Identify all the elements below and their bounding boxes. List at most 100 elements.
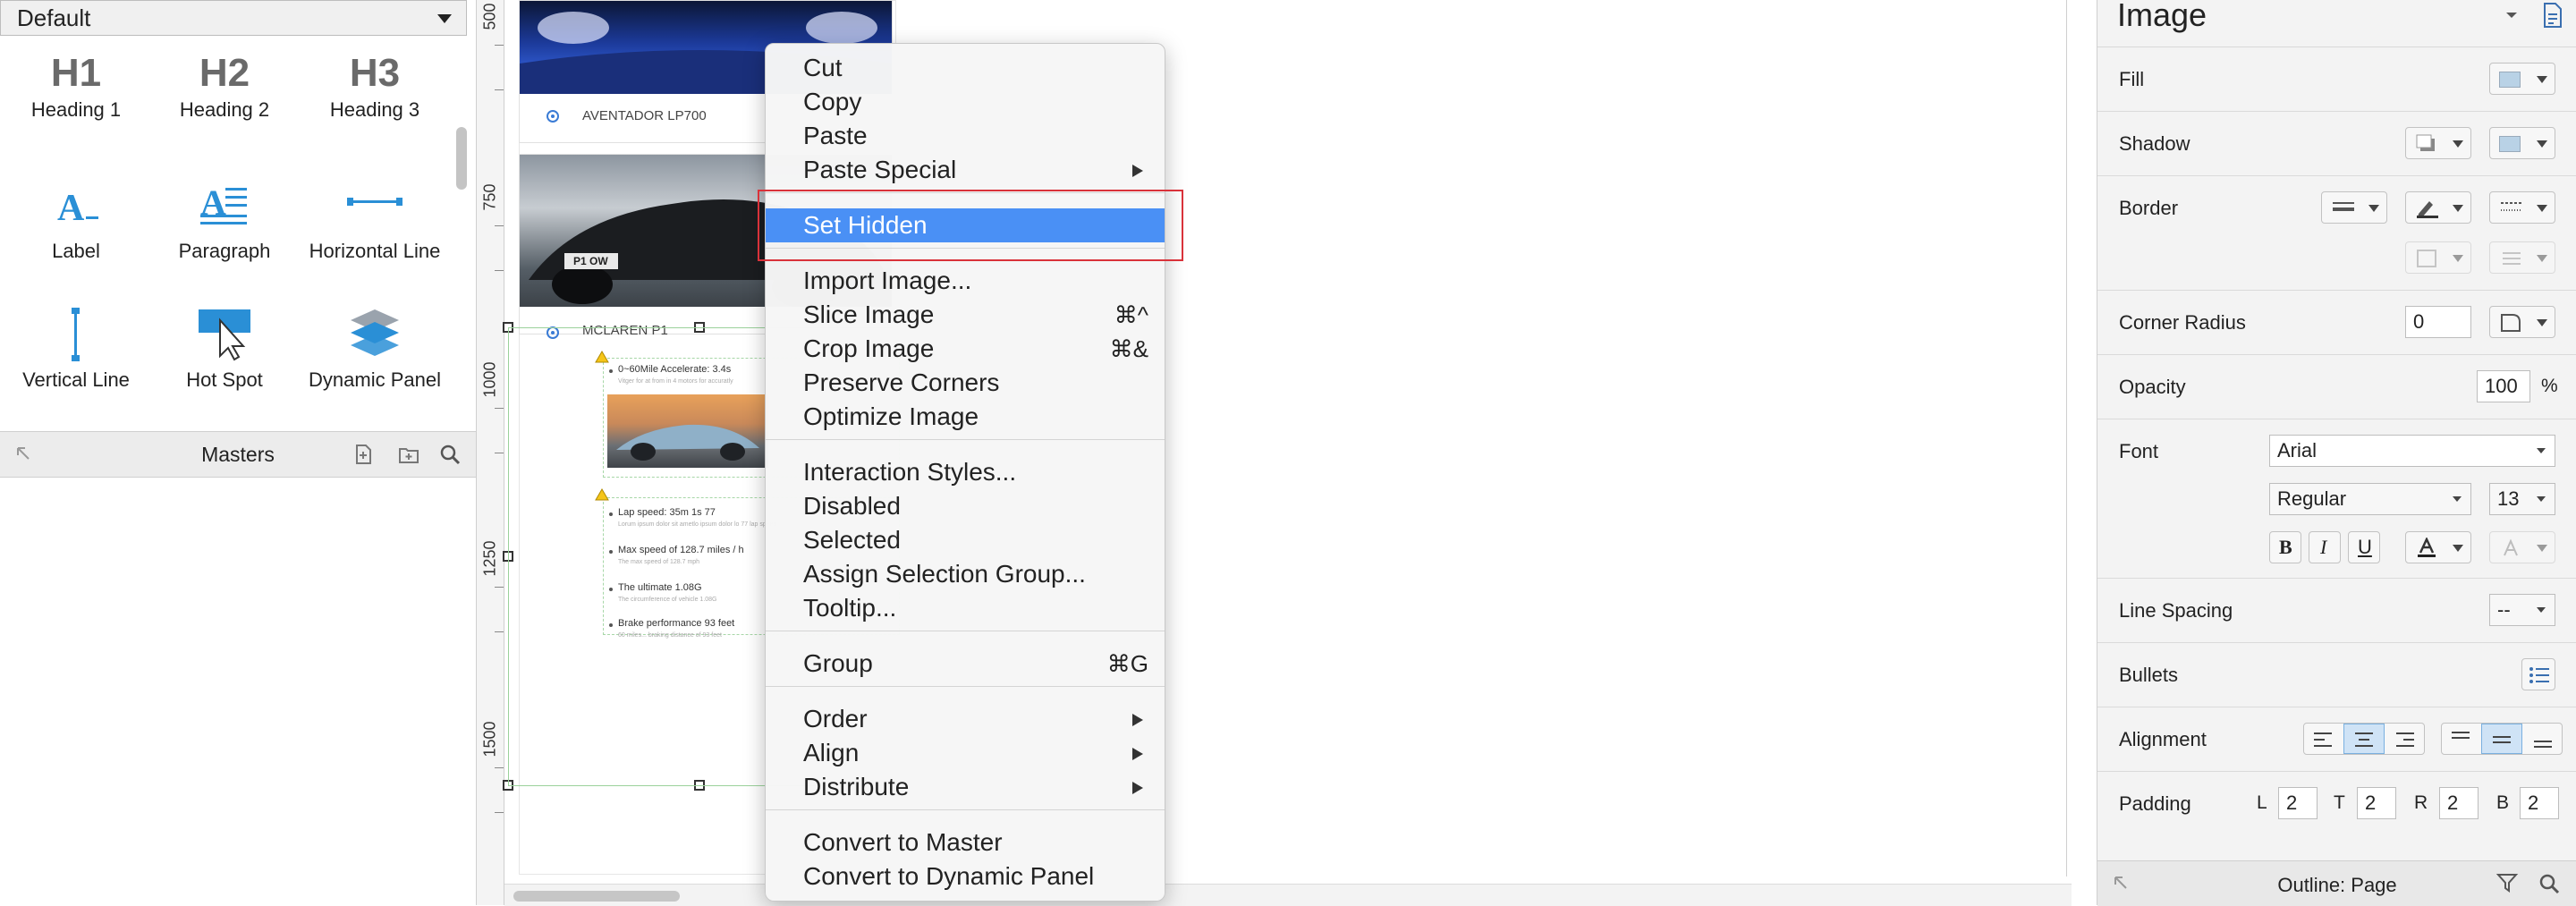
radio-button[interactable] bbox=[547, 110, 559, 123]
italic-button[interactable]: I bbox=[2309, 531, 2341, 563]
corner-radius-input[interactable]: 0 bbox=[2405, 306, 2471, 338]
outline-header: Outline: Page bbox=[2097, 860, 2576, 906]
padding-row: Padding L 2 T 2 R 2 B 2 bbox=[2097, 771, 2576, 851]
align-center-button[interactable] bbox=[2343, 724, 2385, 754]
alignment-row: Alignment bbox=[2097, 707, 2576, 772]
align-bottom-icon[interactable] bbox=[2531, 729, 2555, 750]
outer-shadow-picker[interactable] bbox=[2405, 127, 2471, 159]
menu-item-disabled[interactable]: Disabled bbox=[766, 489, 1165, 523]
padding-label: Padding bbox=[2119, 792, 2191, 815]
menu-item-import-image[interactable]: Import Image... bbox=[766, 264, 1165, 298]
submenu-arrow-icon bbox=[1132, 748, 1143, 760]
menu-item-cut[interactable]: Cut bbox=[766, 51, 1165, 85]
search-icon[interactable] bbox=[2538, 872, 2561, 895]
shadow-label: Shadow bbox=[2119, 132, 2190, 155]
menu-item-copy[interactable]: Copy bbox=[766, 85, 1165, 119]
menu-item-selected[interactable]: Selected bbox=[766, 523, 1165, 557]
padding-top-input[interactable]: 2 bbox=[2357, 787, 2396, 819]
widget-horizontal-line[interactable]: Horizontal Line bbox=[299, 175, 451, 263]
font-label: Font bbox=[2119, 440, 2159, 462]
border-pattern-picker[interactable] bbox=[2489, 191, 2555, 224]
underline-icon: U bbox=[2358, 536, 2372, 558]
feature-title: 0~60Mile Accelerate: 3.4s bbox=[618, 364, 732, 375]
fill-color-picker[interactable] bbox=[2489, 63, 2555, 95]
widget-hot-spot[interactable]: Hot Spot bbox=[148, 304, 301, 392]
widget-dynamic-panel[interactable]: Dynamic Panel bbox=[299, 304, 451, 392]
padding-right-input[interactable]: 2 bbox=[2439, 787, 2479, 819]
text-shadow-picker[interactable] bbox=[2489, 531, 2555, 563]
menu-item-convert-to-dynamic-panel[interactable]: Convert to Dynamic Panel bbox=[766, 859, 1165, 893]
add-folder-icon[interactable] bbox=[397, 443, 420, 466]
menu-item-paste[interactable]: Paste bbox=[766, 119, 1165, 153]
font-size-select[interactable]: 13 bbox=[2489, 483, 2555, 515]
corner-style-picker[interactable] bbox=[2489, 306, 2555, 338]
vertical-line-icon bbox=[0, 304, 152, 368]
widget-label-item[interactable]: A Label bbox=[0, 175, 152, 263]
menu-item-tooltip[interactable]: Tooltip... bbox=[766, 591, 1165, 625]
widget-label: Vertical Line bbox=[22, 368, 130, 391]
inner-shadow-picker[interactable] bbox=[2489, 127, 2555, 159]
widget-label: Label bbox=[52, 240, 100, 262]
canvas-border bbox=[2066, 0, 2067, 876]
bold-button[interactable]: B bbox=[2269, 531, 2301, 563]
widget-label: Heading 2 bbox=[179, 98, 270, 121]
feature-subtitle: Vitger for at from in 4 motors for accur… bbox=[618, 378, 733, 385]
line-spacing-select[interactable]: -- bbox=[2489, 594, 2555, 626]
widget-heading2[interactable]: H2 Heading 2 bbox=[148, 48, 301, 122]
horizontal-scrollbar[interactable] bbox=[504, 884, 2072, 906]
paragraph-icon: A bbox=[148, 175, 301, 240]
border-color-picker[interactable] bbox=[2405, 191, 2471, 224]
menu-item-slice-image[interactable]: Slice Image ⌘^ bbox=[766, 298, 1165, 332]
menu-item-convert-to-master[interactable]: Convert to Master bbox=[766, 826, 1165, 859]
widget-vertical-line[interactable]: Vertical Line bbox=[0, 304, 152, 392]
text-color-picker[interactable] bbox=[2405, 531, 2471, 563]
feature-title: Max speed of 128.7 miles / h bbox=[618, 545, 744, 555]
menu-item-preserve-corners[interactable]: Preserve Corners bbox=[766, 366, 1165, 400]
menu-item-crop-image[interactable]: Crop Image ⌘& bbox=[766, 332, 1165, 366]
car-thumbnail bbox=[607, 394, 768, 468]
menu-item-paste-special[interactable]: Paste Special bbox=[766, 153, 1165, 187]
add-master-icon[interactable] bbox=[352, 443, 376, 466]
feature-subtitle: Lorum ipsum dolor sit ametlo ipsum dolor… bbox=[618, 521, 777, 528]
style-inspector-panel: Image Fill Shadow Border Corner Radius 0… bbox=[2097, 0, 2576, 906]
chevron-down-icon[interactable] bbox=[2504, 9, 2520, 21]
design-canvas[interactable]: AVENTADOR LP700 P1 OW MCLAREN P1 0~60Mil… bbox=[503, 0, 2072, 905]
notes-icon[interactable] bbox=[2541, 2, 2564, 29]
widget-paragraph[interactable]: A Paragraph bbox=[148, 175, 301, 263]
arrow-style-picker[interactable] bbox=[2489, 241, 2555, 274]
opacity-input[interactable]: 100 bbox=[2477, 370, 2530, 402]
fill-label: Fill bbox=[2119, 68, 2145, 90]
fill-row: Fill bbox=[2097, 47, 2576, 112]
widget-heading1[interactable]: H1 Heading 1 bbox=[0, 48, 152, 122]
pen-icon bbox=[2417, 201, 2438, 218]
hot-spot-icon bbox=[148, 304, 301, 368]
feature-title: The ultimate 1.08G bbox=[618, 582, 702, 593]
widget-heading3[interactable]: H3 Heading 3 bbox=[299, 48, 451, 122]
border-width-picker[interactable] bbox=[2321, 191, 2387, 224]
bullets-toggle[interactable] bbox=[2521, 658, 2555, 690]
library-dropdown[interactable]: Default bbox=[0, 0, 467, 36]
padding-bottom-input[interactable]: 2 bbox=[2520, 787, 2559, 819]
radio-button[interactable] bbox=[547, 326, 559, 339]
align-middle-button[interactable] bbox=[2481, 724, 2522, 754]
filter-icon[interactable] bbox=[2496, 872, 2521, 893]
corner-radius-label: Corner Radius bbox=[2119, 311, 2246, 334]
border-visibility-picker[interactable] bbox=[2405, 241, 2471, 274]
horizontal-scrollbar-thumb[interactable] bbox=[513, 891, 680, 902]
menu-item-optimize-image[interactable]: Optimize Image bbox=[766, 400, 1165, 434]
align-left-icon[interactable] bbox=[2311, 729, 2334, 750]
menu-item-group[interactable]: Group ⌘G bbox=[766, 647, 1165, 681]
align-right-icon[interactable] bbox=[2394, 729, 2417, 750]
align-top-icon[interactable] bbox=[2449, 729, 2472, 750]
font-family-select[interactable]: Arial bbox=[2269, 435, 2555, 467]
underline-button[interactable]: U bbox=[2348, 531, 2380, 563]
menu-item-interaction-styles[interactable]: Interaction Styles... bbox=[766, 455, 1165, 489]
menu-item-distribute[interactable]: Distribute bbox=[766, 770, 1165, 804]
library-scrollbar[interactable] bbox=[456, 127, 467, 190]
menu-item-order[interactable]: Order bbox=[766, 702, 1165, 736]
menu-item-align[interactable]: Align bbox=[766, 736, 1165, 770]
menu-item-assign-selection-group[interactable]: Assign Selection Group... bbox=[766, 557, 1165, 591]
font-weight-select[interactable]: Regular bbox=[2269, 483, 2471, 515]
padding-left-input[interactable]: 2 bbox=[2278, 787, 2318, 819]
search-icon[interactable] bbox=[438, 443, 462, 466]
